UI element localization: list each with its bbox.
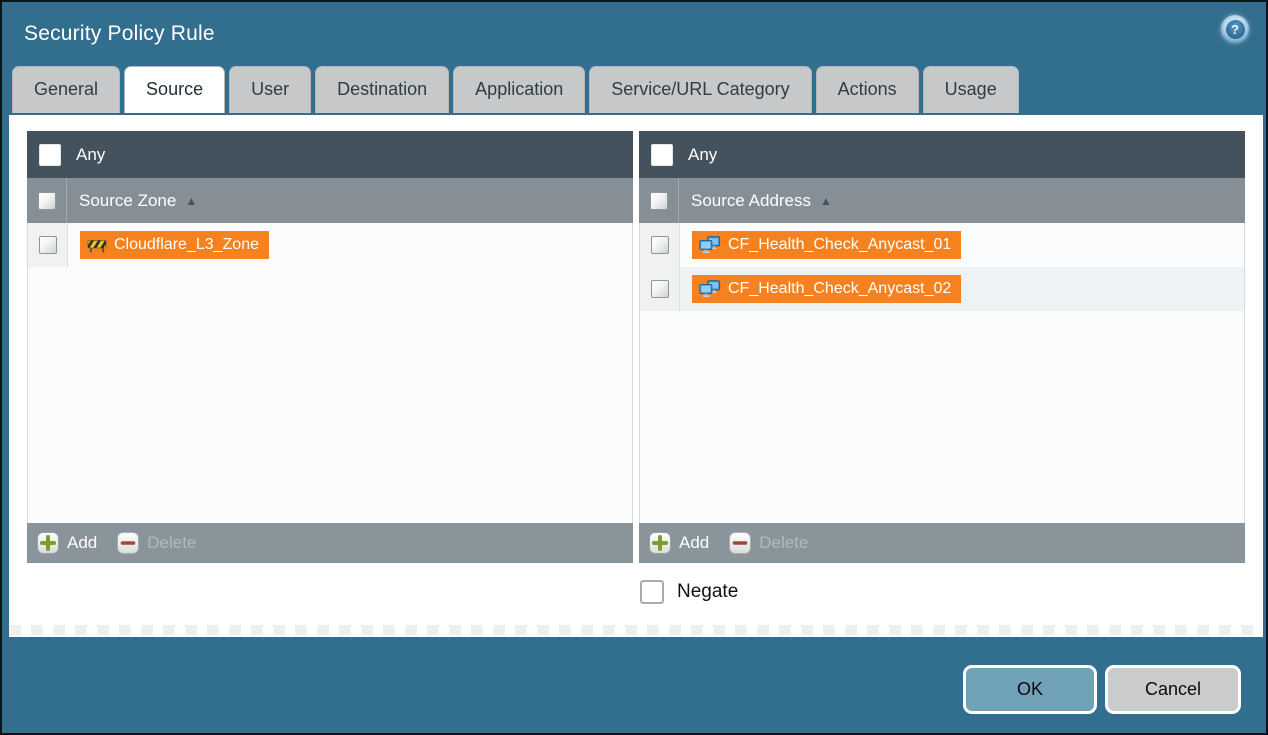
- source-address-value: CF_Health_Check_Anycast_02: [728, 280, 951, 298]
- ok-button[interactable]: OK: [963, 665, 1097, 714]
- add-button[interactable]: Add: [649, 532, 709, 554]
- negate-label: Negate: [677, 581, 738, 603]
- tab-actions[interactable]: Actions: [816, 66, 919, 113]
- source-zone-list: Cloudflare_L3_Zone: [27, 223, 633, 523]
- source-address-column-label[interactable]: Source Address: [691, 191, 811, 211]
- source-address-list: CF_Health_Check_Anycast_01: [639, 223, 1245, 523]
- sort-ascending-icon[interactable]: ▲: [820, 194, 832, 208]
- cancel-button[interactable]: Cancel: [1105, 665, 1241, 714]
- address-icon: [699, 236, 721, 254]
- tab-source[interactable]: Source: [124, 66, 225, 113]
- source-address-row-checkbox[interactable]: [651, 236, 669, 254]
- negate-checkbox[interactable]: [640, 580, 664, 604]
- tab-content-source: Any Source Zone ▲: [9, 115, 1263, 637]
- add-button-label: Add: [67, 533, 97, 553]
- source-address-column-header: Source Address ▲: [639, 178, 1245, 223]
- source-address-panel: Any Source Address ▲: [639, 131, 1245, 563]
- tab-application[interactable]: Application: [453, 66, 585, 113]
- delete-button[interactable]: Delete: [729, 532, 808, 554]
- help-icon[interactable]: ?: [1221, 15, 1249, 43]
- source-address-value: CF_Health_Check_Anycast_01: [728, 236, 951, 254]
- dialog-title: Security Policy Rule: [24, 22, 215, 46]
- tab-service-url-category[interactable]: Service/URL Category: [589, 66, 811, 113]
- table-row: CF_Health_Check_Anycast_01: [640, 223, 1244, 267]
- security-policy-rule-dialog: Security Policy Rule ? General Source Us…: [0, 0, 1268, 735]
- delete-icon: [729, 532, 751, 554]
- source-zone-panel: Any Source Zone ▲: [27, 131, 633, 563]
- add-button[interactable]: Add: [37, 532, 97, 554]
- address-icon: [699, 280, 721, 298]
- tab-bar: General Source User Destination Applicat…: [2, 66, 1266, 113]
- titlebar: Security Policy Rule: [2, 2, 1266, 66]
- source-zone-value-chip[interactable]: Cloudflare_L3_Zone: [80, 231, 269, 259]
- tab-destination[interactable]: Destination: [315, 66, 449, 113]
- delete-button-label: Delete: [147, 533, 196, 553]
- negate-row: Negate: [640, 580, 738, 604]
- sort-ascending-icon[interactable]: ▲: [185, 194, 197, 208]
- source-address-row-checkbox[interactable]: [651, 280, 669, 298]
- add-button-label: Add: [679, 533, 709, 553]
- source-address-value-chip[interactable]: CF_Health_Check_Anycast_01: [692, 231, 961, 259]
- source-zone-any-bar: Any: [27, 131, 633, 178]
- source-zone-any-checkbox[interactable]: [39, 144, 61, 166]
- delete-icon: [117, 532, 139, 554]
- zone-icon: [87, 237, 107, 253]
- tab-user[interactable]: User: [229, 66, 311, 113]
- add-icon: [37, 532, 59, 554]
- source-zone-value: Cloudflare_L3_Zone: [114, 236, 259, 254]
- help-icon-glyph: ?: [1226, 20, 1245, 39]
- source-address-toolbar: Add Delete: [639, 523, 1245, 563]
- source-zone-row-checkbox[interactable]: [39, 236, 57, 254]
- source-address-select-all-checkbox[interactable]: [650, 192, 668, 210]
- tab-general[interactable]: General: [12, 66, 120, 113]
- table-row: CF_Health_Check_Anycast_02: [640, 267, 1244, 311]
- source-zone-any-label: Any: [76, 145, 105, 165]
- delete-button-label: Delete: [759, 533, 808, 553]
- source-address-any-checkbox[interactable]: [651, 144, 673, 166]
- table-row: Cloudflare_L3_Zone: [28, 223, 632, 267]
- source-address-value-chip[interactable]: CF_Health_Check_Anycast_02: [692, 275, 961, 303]
- delete-button[interactable]: Delete: [117, 532, 196, 554]
- source-address-any-label: Any: [688, 145, 717, 165]
- source-zone-column-header: Source Zone ▲: [27, 178, 633, 223]
- tab-usage[interactable]: Usage: [923, 66, 1019, 113]
- source-zone-column-label[interactable]: Source Zone: [79, 191, 176, 211]
- source-zone-toolbar: Add Delete: [27, 523, 633, 563]
- source-zone-select-all-checkbox[interactable]: [38, 192, 56, 210]
- add-icon: [649, 532, 671, 554]
- source-address-any-bar: Any: [639, 131, 1245, 178]
